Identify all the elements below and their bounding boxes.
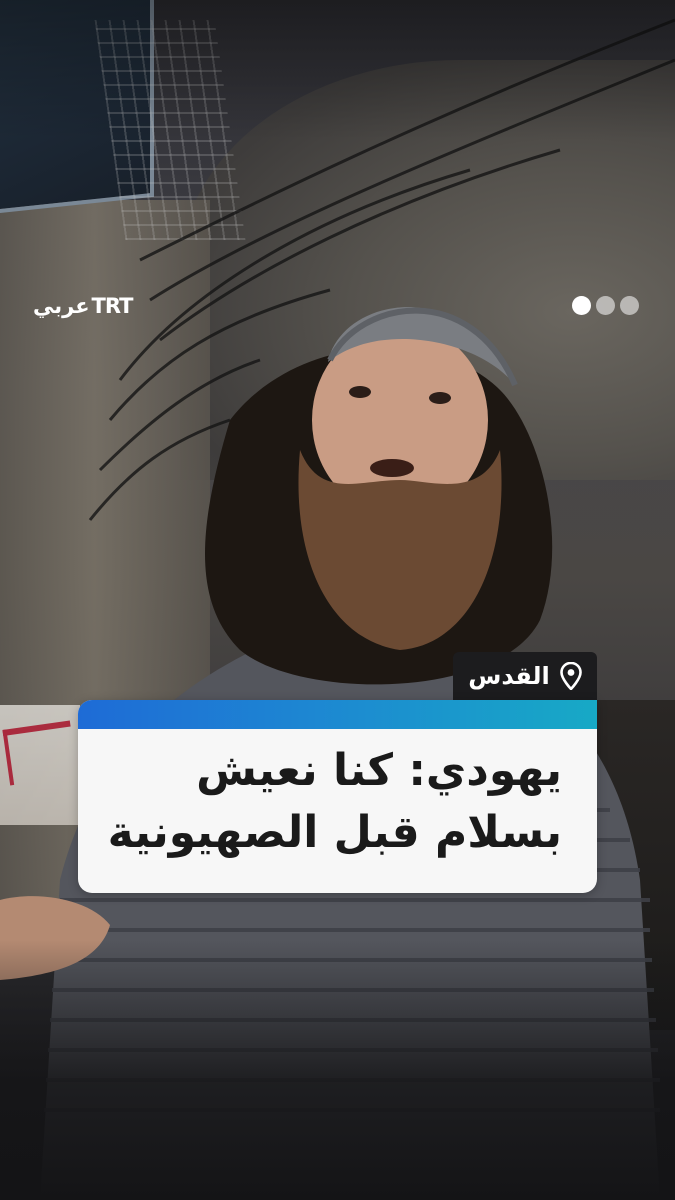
headline-accent-bar bbox=[78, 700, 597, 729]
map-pin-icon bbox=[559, 662, 582, 690]
headline-line-2: بسلام قبل الصهيونية bbox=[107, 807, 562, 858]
carousel-indicator bbox=[572, 296, 639, 315]
location-tag: القدس bbox=[453, 652, 597, 700]
headline-card: يهودي: كنا نعيش بسلام قبل الصهيونية bbox=[78, 700, 597, 893]
logo-arabic-wordmark: عربي bbox=[33, 294, 90, 318]
headline-title: يهودي: كنا نعيش بسلام قبل الصهيونية bbox=[98, 740, 562, 864]
video-post-frame: عربي TRT القدس يهودي: كنا نعيش بسلام قبل… bbox=[0, 0, 675, 1200]
video-still-background bbox=[0, 0, 675, 1200]
headline-line-1: يهودي: كنا نعيش bbox=[196, 745, 562, 796]
location-label: القدس bbox=[468, 662, 550, 690]
carousel-dot-1[interactable] bbox=[572, 296, 591, 315]
top-vignette bbox=[0, 0, 675, 140]
trt-arabi-logo: عربي TRT bbox=[33, 292, 134, 320]
bottom-vignette bbox=[0, 940, 675, 1200]
logo-trt-wordmark: TRT bbox=[91, 294, 134, 318]
carousel-dot-2[interactable] bbox=[596, 296, 615, 315]
carousel-dot-3[interactable] bbox=[620, 296, 639, 315]
